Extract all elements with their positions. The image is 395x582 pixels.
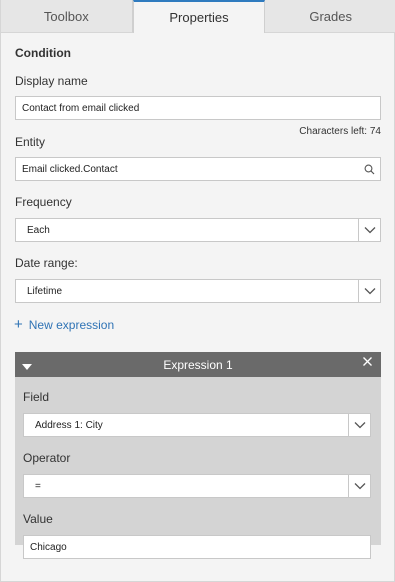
- operator-label: Operator: [23, 451, 71, 465]
- new-expression-label: New expression: [28, 317, 115, 332]
- expression-field-label: Field: [23, 390, 50, 404]
- condition-heading: Condition: [15, 46, 71, 60]
- chevron-down-icon[interactable]: [358, 219, 380, 241]
- display-name-value: Contact from email clicked: [22, 102, 140, 114]
- display-name-label: Display name: [15, 74, 88, 88]
- characters-left: Characters left: 74: [299, 126, 381, 137]
- value-label: Value: [23, 512, 53, 526]
- expression-field-value: Address 1: City: [35, 419, 103, 431]
- tab-properties[interactable]: Properties: [132, 0, 266, 33]
- frequency-value: Each: [27, 224, 50, 236]
- date-range-value: Lifetime: [27, 285, 63, 297]
- frequency-select[interactable]: Each: [15, 218, 381, 242]
- operator-value: =: [35, 480, 41, 492]
- chevron-down-icon[interactable]: [348, 414, 370, 436]
- display-name-input[interactable]: Contact from email clicked: [15, 96, 381, 120]
- entity-label: Entity: [15, 135, 46, 149]
- tab-toolbox[interactable]: Toolbox: [1, 0, 133, 33]
- expression-field-select[interactable]: Address 1: City: [23, 413, 371, 437]
- frequency-label: Frequency: [15, 195, 72, 209]
- value-input[interactable]: Chicago: [23, 535, 371, 559]
- entity-lookup[interactable]: Email clicked.Contact: [15, 157, 381, 181]
- close-icon[interactable]: [362, 356, 373, 370]
- operator-select[interactable]: =: [23, 474, 371, 498]
- search-icon[interactable]: [358, 158, 380, 180]
- expression-card: Expression 1 Field Address 1: City Opera…: [15, 352, 381, 545]
- value-input-value: Chicago: [30, 541, 67, 553]
- tab-bar: Toolbox Properties Grades: [1, 0, 395, 33]
- tab-grades[interactable]: Grades: [265, 0, 395, 33]
- plus-icon: +: [14, 316, 23, 333]
- new-expression-link[interactable]: + New expression: [14, 317, 114, 332]
- expression-title: Expression 1: [163, 357, 233, 372]
- date-range-label: Date range:: [15, 256, 78, 270]
- properties-panel: Toolbox Properties Grades Condition Disp…: [0, 0, 395, 582]
- caret-down-icon[interactable]: [22, 360, 32, 374]
- date-range-select[interactable]: Lifetime: [15, 279, 381, 303]
- expression-header[interactable]: Expression 1: [15, 352, 381, 377]
- entity-value: Email clicked.Contact: [22, 163, 118, 175]
- chevron-down-icon[interactable]: [348, 475, 370, 497]
- chevron-down-icon[interactable]: [358, 280, 380, 302]
